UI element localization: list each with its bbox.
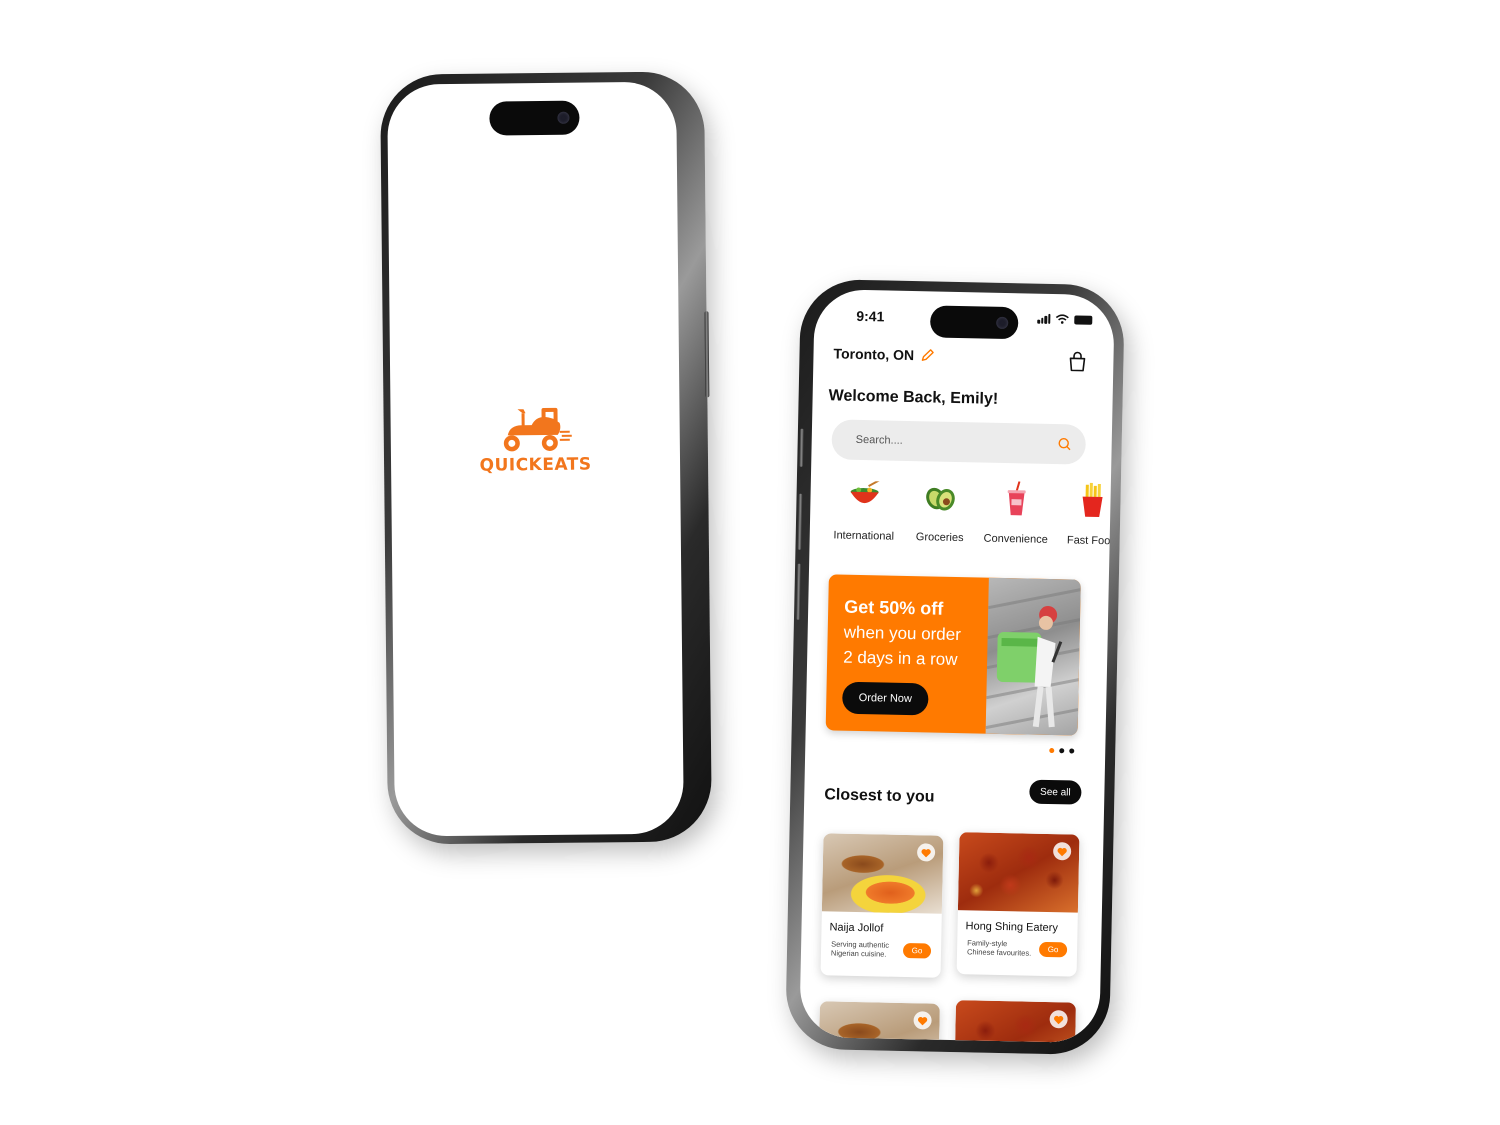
promo-banner[interactable]: Get 50% off when you order 2 days in a r… <box>825 574 1081 736</box>
status-time: 9:41 <box>856 307 885 325</box>
location-text: Toronto, ON <box>833 345 915 364</box>
camera-lens <box>557 111 570 124</box>
delivery-person-image <box>985 588 1081 730</box>
dynamic-island <box>489 100 580 136</box>
scooter-icon <box>503 407 572 452</box>
restaurant-card[interactable] <box>953 1000 1076 1044</box>
promo-headline: Get 50% off <box>844 596 944 619</box>
category-international[interactable]: International <box>829 475 899 556</box>
restaurant-card[interactable]: Naija Jollof Serving authentic Nigerian … <box>820 833 944 978</box>
brand-logo: QUICKEATS <box>465 404 606 476</box>
home-phone: 9:41 Toronto, ON Welcome Back, Emily! Se… <box>784 278 1126 1056</box>
carousel-dot[interactable] <box>1049 747 1055 754</box>
category-label: International <box>833 529 895 543</box>
restaurant-name: Hong Shing Eatery <box>965 920 1059 935</box>
volume-down-button <box>795 563 802 620</box>
search-bar[interactable] <box>831 419 1087 465</box>
go-button[interactable]: Go <box>1038 941 1068 958</box>
restaurant-name: Naija Jollof <box>829 921 884 935</box>
search-input[interactable] <box>855 433 1058 451</box>
avocado-icon <box>920 477 961 518</box>
restaurant-card[interactable] <box>816 1001 940 1044</box>
category-fast-food[interactable]: Fast Food <box>1057 480 1115 561</box>
category-groceries[interactable]: Groceries <box>905 477 975 558</box>
location-selector[interactable]: Toronto, ON <box>833 345 934 363</box>
action-button <box>799 428 804 467</box>
order-now-button[interactable]: Order Now <box>841 681 929 716</box>
search-icon[interactable] <box>1058 437 1072 451</box>
pencil-icon[interactable] <box>920 348 934 362</box>
promo-photo <box>985 577 1081 736</box>
restaurant-card[interactable]: Hong Shing Eatery Family-style Chinese f… <box>956 832 1080 977</box>
shopping-bag-icon[interactable] <box>1067 350 1087 372</box>
carousel-dot[interactable] <box>1059 748 1065 754</box>
promo-line: when you order <box>843 622 962 645</box>
section-title: Closest to you <box>824 786 935 806</box>
category-list: International Groceries Convenience Fast… <box>829 475 1115 561</box>
carousel-dot[interactable] <box>1069 748 1075 754</box>
brand-name: QUICKEATS <box>479 454 592 476</box>
power-button <box>704 311 710 398</box>
splash-screen: QUICKEATS <box>387 81 684 837</box>
battery-icon <box>1074 314 1093 325</box>
promo-line: 2 days in a row <box>842 647 958 670</box>
wifi-icon <box>1055 314 1069 324</box>
category-label: Groceries <box>915 531 964 545</box>
signal-icon <box>1037 313 1051 324</box>
splash-phone: QUICKEATS <box>379 71 713 845</box>
see-all-button[interactable]: See all <box>1029 779 1082 805</box>
fries-icon <box>1072 480 1113 521</box>
category-label: Fast Food <box>1066 534 1115 548</box>
drink-cup-icon <box>996 479 1037 520</box>
bowl-icon <box>844 476 885 517</box>
restaurant-description: Family-style Chinese favourites. <box>966 938 1032 958</box>
go-button[interactable]: Go <box>902 942 932 959</box>
promo-text: Get 50% off when you order 2 days in a r… <box>843 595 995 673</box>
carousel-indicator <box>1049 747 1075 754</box>
status-icons <box>1037 313 1093 325</box>
status-bar: 9:41 <box>814 289 1115 339</box>
volume-up-button <box>797 493 803 550</box>
category-label: Convenience <box>983 532 1048 546</box>
home-screen: 9:41 Toronto, ON Welcome Back, Emily! Se… <box>799 288 1115 1044</box>
welcome-heading: Welcome Back, Emily! <box>828 387 999 408</box>
category-convenience[interactable]: Convenience <box>981 479 1051 560</box>
restaurant-description: Serving authentic Nigerian cuisine. <box>830 939 890 959</box>
